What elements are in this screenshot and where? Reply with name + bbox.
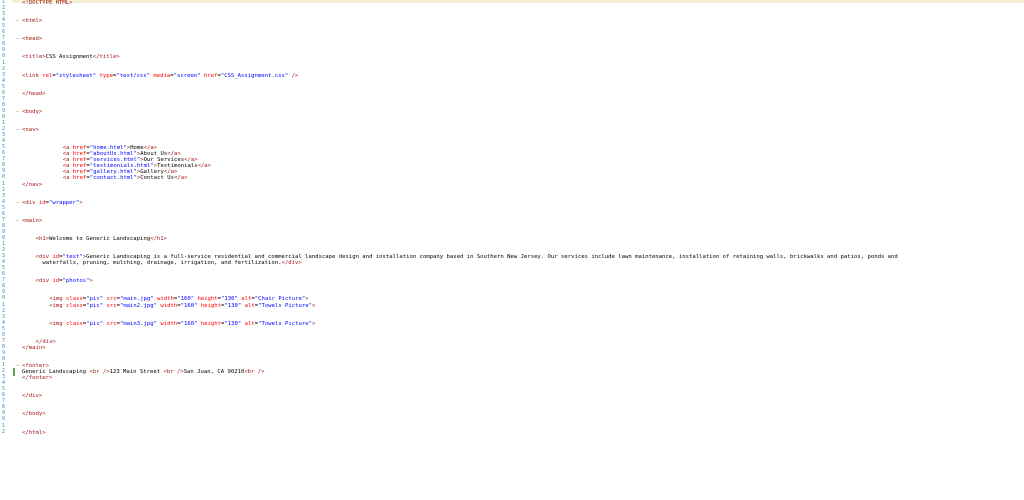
code-editor[interactable]: 1 <!DOCTYPE HTML> 2 3 4− <html> 5 6 7− <head> 8 9 0 <… <box>0 0 1024 500</box>
code-lines[interactable]: 1 <!DOCTYPE HTML> 2 3 4− <html> 5 6 7− <head> 8 9 0 <… <box>0 0 1024 500</box>
code-token: </html> <box>22 429 46 436</box>
line-number: 2 <box>2 428 6 435</box>
code-text[interactable]: </html> <box>22 430 46 436</box>
code-line[interactable]: 2 </html> <box>0 428 1024 436</box>
